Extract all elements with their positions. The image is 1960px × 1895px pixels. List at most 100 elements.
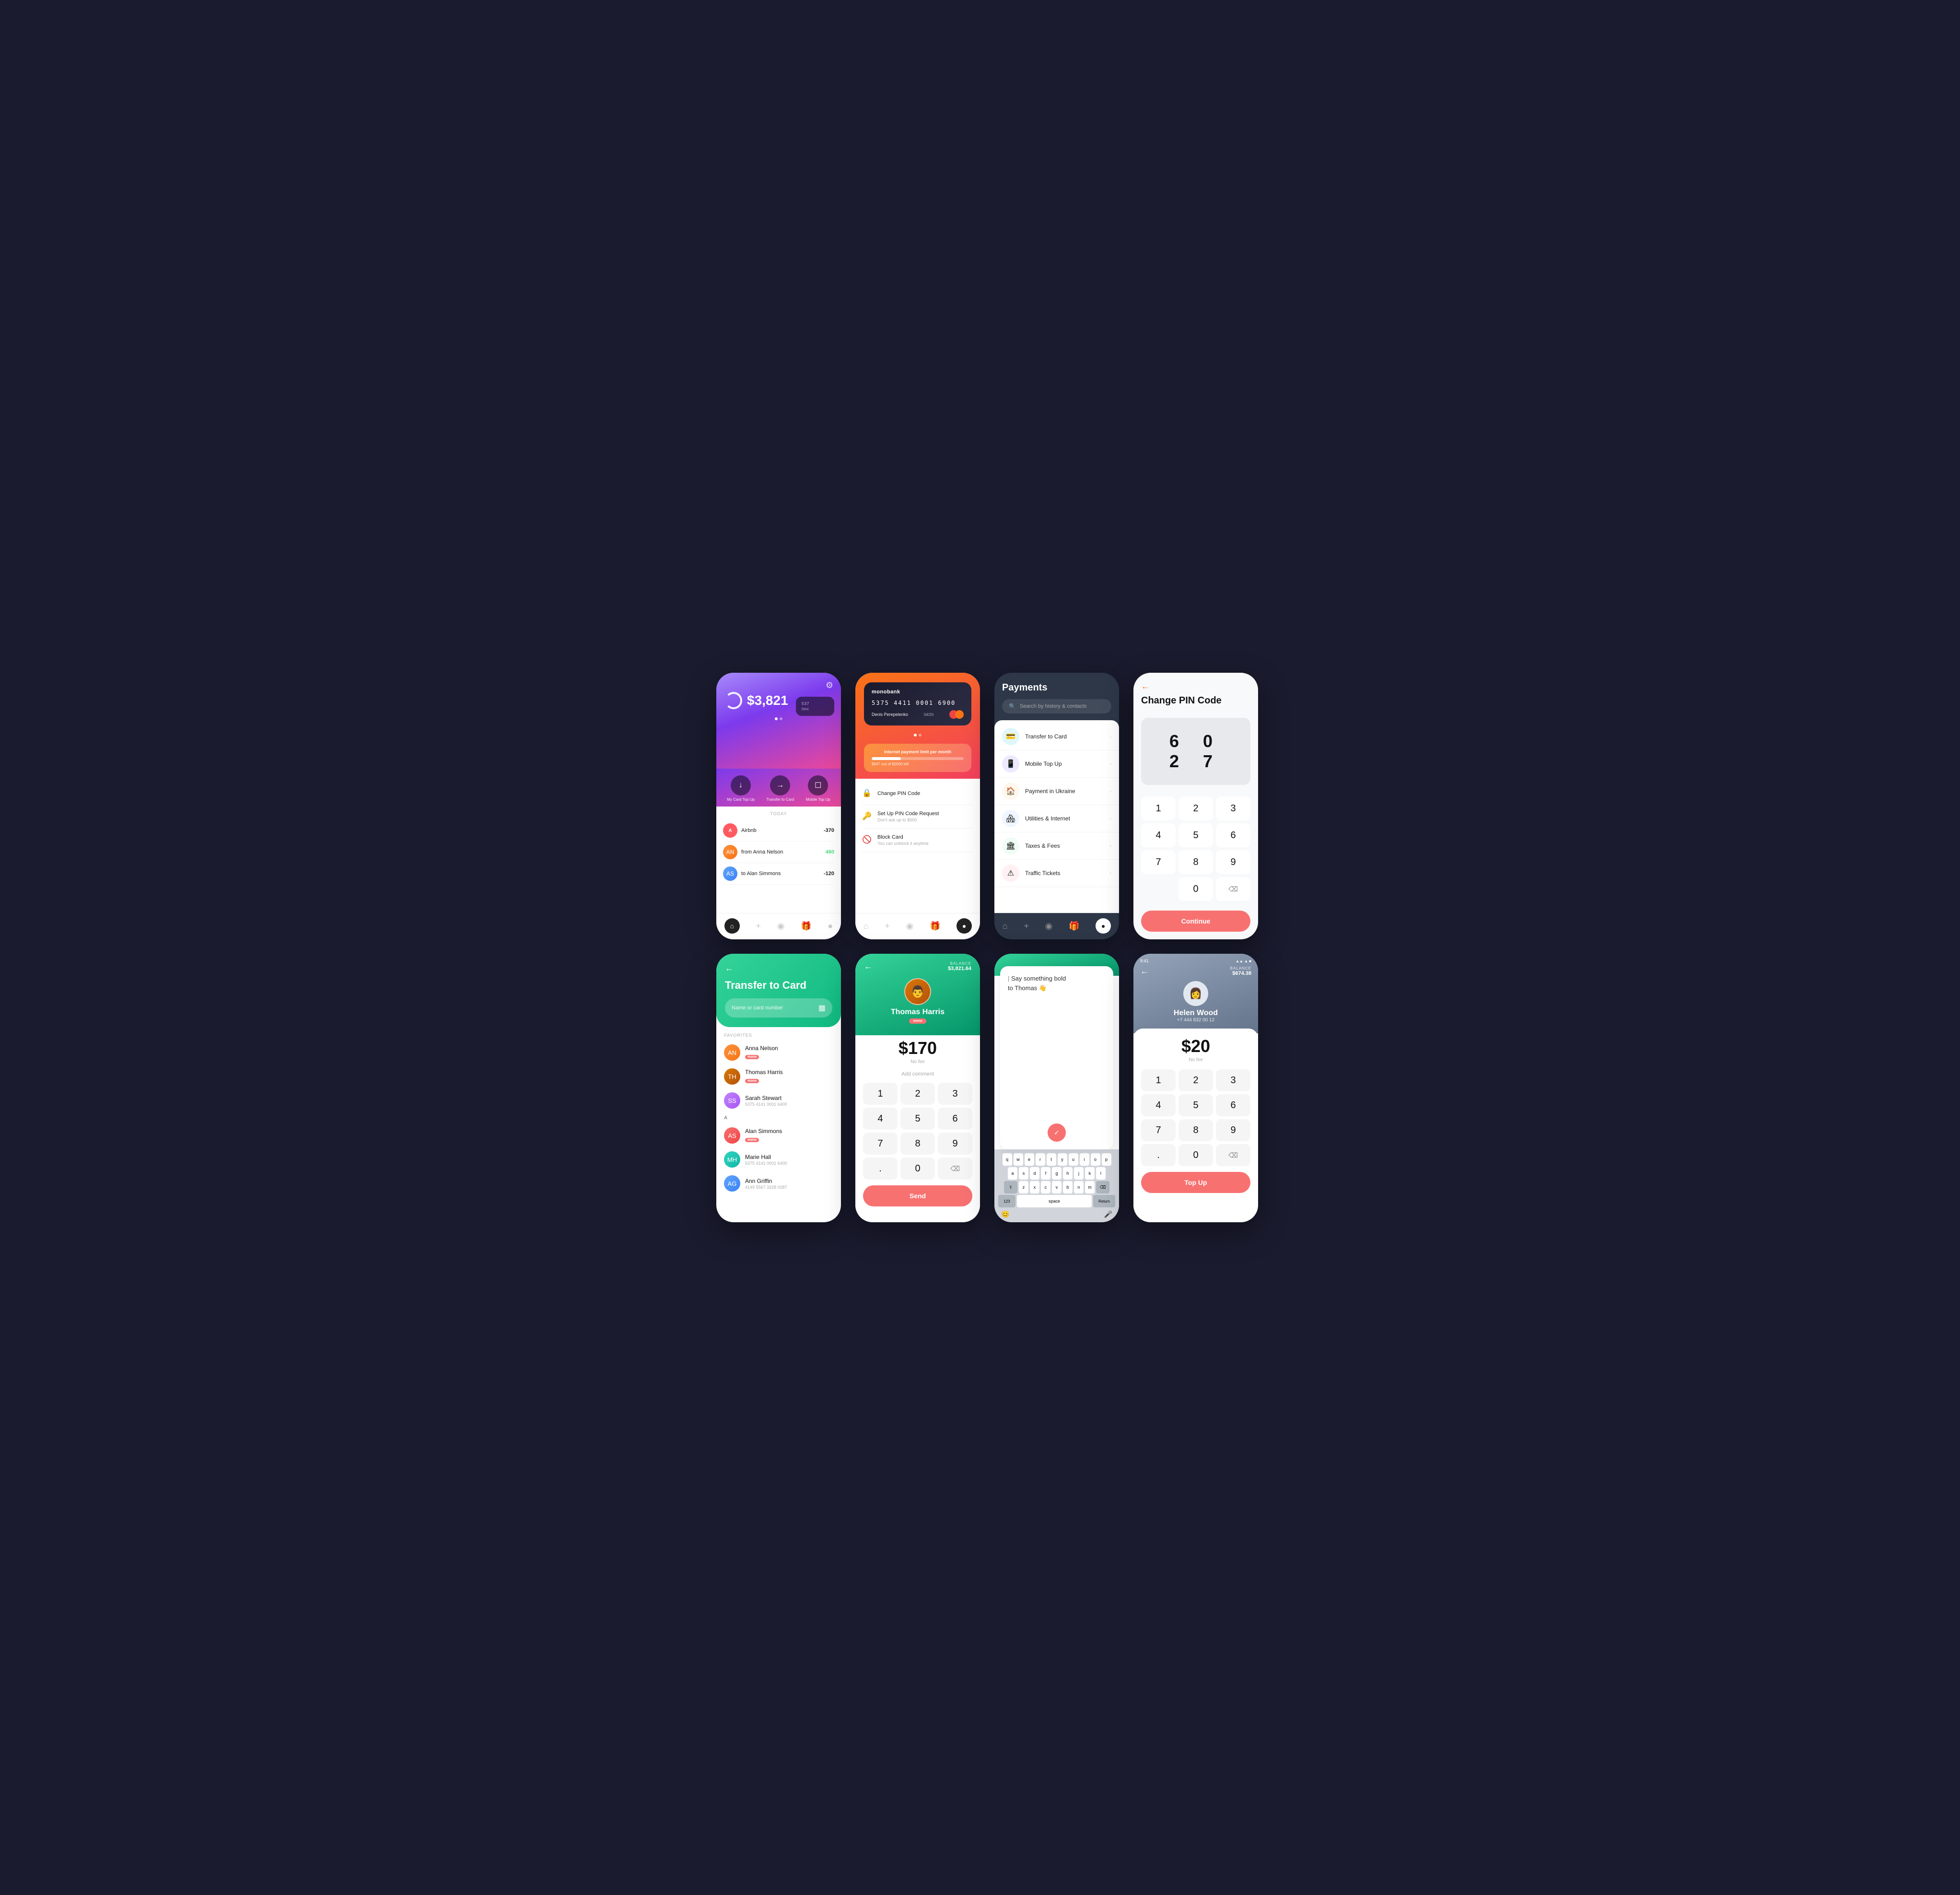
key-r[interactable]: r <box>1036 1153 1045 1166</box>
key-9[interactable]: 9 <box>1216 850 1250 874</box>
payment-item-ukraine[interactable]: 🏠 Payment in Ukraine › <box>994 778 1119 805</box>
set-pin-request-item[interactable]: 🔑 Set Up PIN Code Request Don't ask up t… <box>862 805 973 829</box>
nav-profile[interactable]: ● <box>828 921 833 931</box>
key-0[interactable]: 0 <box>900 1158 935 1180</box>
continue-button[interactable]: Continue <box>1141 911 1250 932</box>
key-5[interactable]: 5 <box>1178 1094 1213 1116</box>
nav-add[interactable]: + <box>756 921 761 931</box>
key-i[interactable]: i <box>1080 1153 1089 1166</box>
key-f[interactable]: f <box>1041 1167 1050 1180</box>
key-6[interactable]: 6 <box>1216 1094 1250 1116</box>
key-6[interactable]: 6 <box>938 1108 972 1130</box>
payment-item-transfer[interactable]: 💳 Transfer to Card › <box>994 723 1119 750</box>
scan-icon[interactable]: ▦ <box>818 1003 826 1013</box>
card-input[interactable]: Name or card number ▦ <box>725 998 832 1018</box>
transfer-to-card-button[interactable]: → Transfer to Card <box>766 775 794 802</box>
change-pin-item[interactable]: 🔒 Change PIN Code <box>862 783 973 805</box>
key-p[interactable]: p <box>1102 1153 1111 1166</box>
table-row[interactable]: AS to Alan Simmons -120 <box>723 863 834 885</box>
key-4[interactable]: 4 <box>863 1108 898 1130</box>
key-shift[interactable]: ⇧ <box>1004 1181 1017 1193</box>
emoji-icon[interactable]: 😊 <box>1001 1210 1009 1218</box>
key-delete[interactable]: ⌫ <box>938 1158 972 1180</box>
nav-home[interactable]: ⌂ <box>863 921 869 931</box>
key-a[interactable]: a <box>1008 1167 1017 1180</box>
nav-camera[interactable]: ◉ <box>1045 921 1053 931</box>
nav-camera[interactable]: ◉ <box>906 921 914 931</box>
contact-alan[interactable]: AS Alan Simmons mono <box>716 1123 841 1147</box>
key-dot[interactable]: . <box>863 1158 898 1180</box>
key-q[interactable]: q <box>1003 1153 1012 1166</box>
mini-card[interactable]: 537 Deni <box>796 697 834 716</box>
key-7[interactable]: 7 <box>1141 850 1176 874</box>
key-7[interactable]: 7 <box>863 1133 898 1155</box>
send-button[interactable]: Send <box>863 1185 972 1206</box>
key-m[interactable]: m <box>1085 1181 1095 1193</box>
key-l[interactable]: l <box>1096 1167 1106 1180</box>
back-icon[interactable]: ← <box>1141 681 1250 691</box>
key-3[interactable]: 3 <box>1216 796 1250 820</box>
key-8[interactable]: 8 <box>1178 1119 1213 1141</box>
key-1[interactable]: 1 <box>1141 796 1176 820</box>
nav-home[interactable]: ⌂ <box>724 918 740 934</box>
nav-home[interactable]: ⌂ <box>1003 921 1008 931</box>
key-8[interactable]: 8 <box>1178 850 1213 874</box>
key-n[interactable]: n <box>1074 1181 1084 1193</box>
mic-icon[interactable]: 🎤 <box>1104 1210 1112 1218</box>
key-b[interactable]: b <box>1063 1181 1073 1193</box>
key-9[interactable]: 9 <box>938 1133 972 1155</box>
key-0[interactable]: 0 <box>1178 877 1213 901</box>
key-o[interactable]: o <box>1091 1153 1100 1166</box>
key-123[interactable]: 123 <box>998 1195 1015 1207</box>
key-delete[interactable]: ⌫ <box>1216 1144 1250 1166</box>
send-down-button[interactable]: ✓ <box>1048 1123 1066 1142</box>
contact-ann[interactable]: AG Ann Griffin 4149 5567 3328 0287 <box>716 1171 841 1195</box>
nav-gift[interactable]: 🎁 <box>1069 921 1079 931</box>
nav-add[interactable]: + <box>1024 921 1029 931</box>
nav-gift[interactable]: 🎁 <box>930 921 940 931</box>
mobile-topup-button[interactable]: ☐ Mobile Top Up <box>806 775 830 802</box>
contact-sarah[interactable]: SS Sarah Stewart 5375 4141 0001 6400 <box>716 1088 841 1112</box>
key-2[interactable]: 2 <box>1178 1069 1213 1091</box>
table-row[interactable]: AN from Anna Nelson 460 <box>723 842 834 863</box>
contact-anna[interactable]: AN Anna Nelson mono <box>716 1041 841 1064</box>
key-2[interactable]: 2 <box>1178 796 1213 820</box>
key-4[interactable]: 4 <box>1141 1094 1176 1116</box>
add-comment-link[interactable]: Add comment <box>863 1071 972 1077</box>
key-y[interactable]: y <box>1058 1153 1067 1166</box>
key-k[interactable]: k <box>1085 1167 1095 1180</box>
key-8[interactable]: 8 <box>900 1133 935 1155</box>
key-4[interactable]: 4 <box>1141 823 1176 847</box>
key-backspace[interactable]: ⌫ <box>1096 1181 1109 1193</box>
key-h[interactable]: h <box>1063 1167 1073 1180</box>
key-t[interactable]: t <box>1047 1153 1056 1166</box>
key-6[interactable]: 6 <box>1216 823 1250 847</box>
key-g[interactable]: g <box>1052 1167 1062 1180</box>
payment-item-utilities[interactable]: 🏘 Utilities & Internet › <box>994 805 1119 832</box>
key-1[interactable]: 1 <box>863 1083 898 1105</box>
key-3[interactable]: 3 <box>938 1083 972 1105</box>
key-x[interactable]: x <box>1030 1181 1039 1193</box>
key-1[interactable]: 1 <box>1141 1069 1176 1091</box>
key-e[interactable]: e <box>1025 1153 1034 1166</box>
nav-add[interactable]: + <box>885 921 890 931</box>
key-5[interactable]: 5 <box>900 1108 935 1130</box>
key-3[interactable]: 3 <box>1216 1069 1250 1091</box>
key-delete[interactable]: ⌫ <box>1216 877 1250 901</box>
nav-gift[interactable]: 🎁 <box>801 921 811 931</box>
contact-thomas[interactable]: TH Thomas Harris mono <box>716 1064 841 1088</box>
key-v[interactable]: v <box>1052 1181 1062 1193</box>
nav-camera[interactable]: ◉ <box>777 921 785 931</box>
payment-item-traffic[interactable]: ⚠ Traffic Tickets › <box>994 860 1119 887</box>
key-u[interactable]: u <box>1069 1153 1078 1166</box>
key-7[interactable]: 7 <box>1141 1119 1176 1141</box>
table-row[interactable]: A Airbnb -370 <box>723 820 834 842</box>
key-d[interactable]: d <box>1030 1167 1039 1180</box>
key-2[interactable]: 2 <box>900 1083 935 1105</box>
back-icon[interactable]: ← <box>1140 966 1149 976</box>
key-z[interactable]: z <box>1019 1181 1028 1193</box>
nav-profile[interactable]: ● <box>1096 918 1111 934</box>
payment-item-taxes[interactable]: 🏛 Taxes & Fees › <box>994 832 1119 860</box>
key-space[interactable]: space <box>1017 1195 1092 1207</box>
key-0[interactable]: 0 <box>1178 1144 1213 1166</box>
